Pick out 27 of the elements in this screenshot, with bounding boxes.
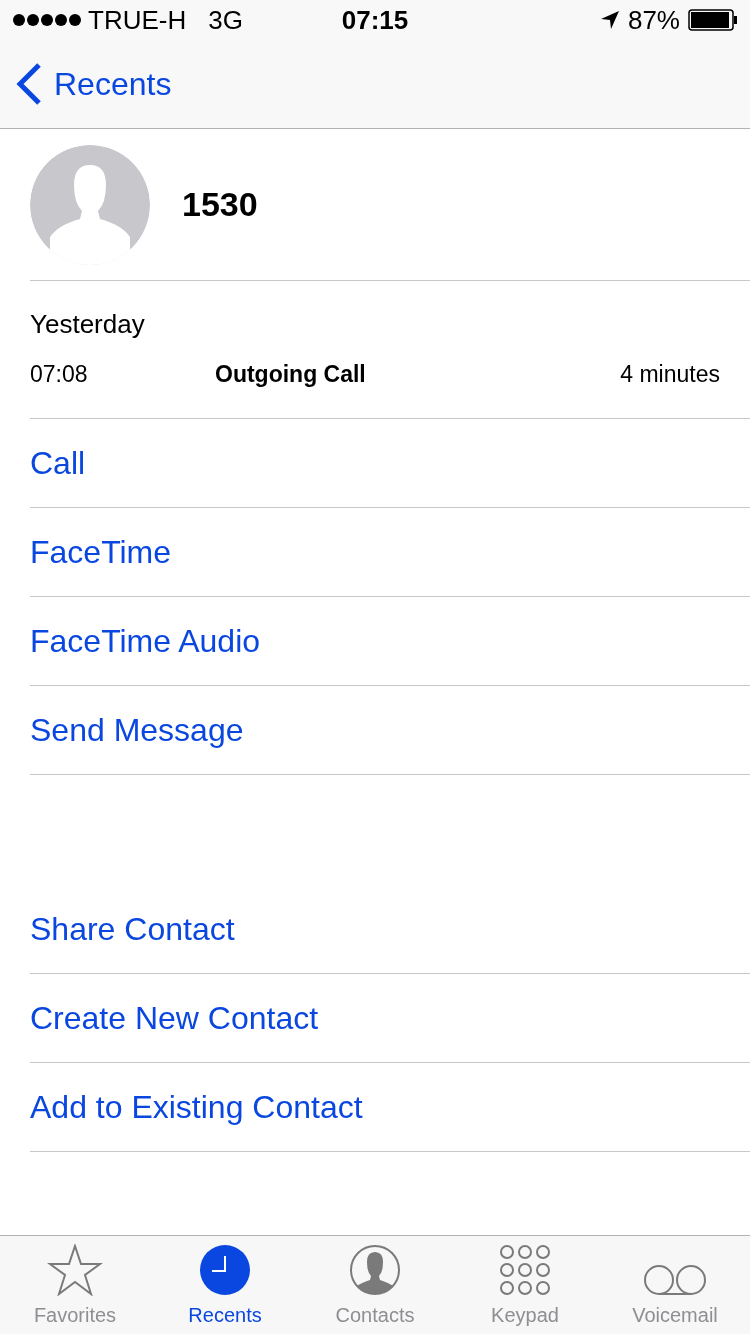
call-date: Yesterday (30, 309, 146, 339)
location-arrow-icon (599, 10, 620, 30)
network-text: 3G (208, 3, 243, 37)
battery-percent: 87% (627, 3, 680, 37)
back-button[interactable]: Recents (16, 60, 172, 108)
chevron-left-icon (16, 63, 42, 105)
carrier-text: TRUE-H (88, 3, 187, 37)
voicemail-icon (643, 1264, 707, 1296)
action-link[interactable]: Create New Contact (30, 1001, 319, 1034)
action-link[interactable]: Call (30, 446, 86, 479)
action-link[interactable]: Add to Existing Contact (30, 1090, 363, 1123)
battery-icon (688, 9, 738, 31)
star-icon (47, 1244, 103, 1296)
call-time: 07:08 (30, 360, 89, 389)
clock-icon (199, 1244, 251, 1296)
action-link[interactable]: Send Message (30, 713, 244, 746)
action-link[interactable]: FaceTime Audio (30, 624, 261, 657)
action-link[interactable]: FaceTime (30, 535, 172, 568)
keypad-icon (499, 1244, 551, 1296)
call-type: Outgoing Call (215, 360, 366, 389)
person-icon (349, 1244, 401, 1296)
contact-name: 1530 (182, 184, 258, 225)
action-link[interactable]: Share Contact (30, 912, 235, 945)
call-duration: 4 minutes (620, 360, 720, 389)
clock-time: 07:15 (341, 3, 409, 37)
tab-bar-item[interactable]: Recents (150, 1236, 300, 1334)
signal-icon (12, 13, 82, 27)
